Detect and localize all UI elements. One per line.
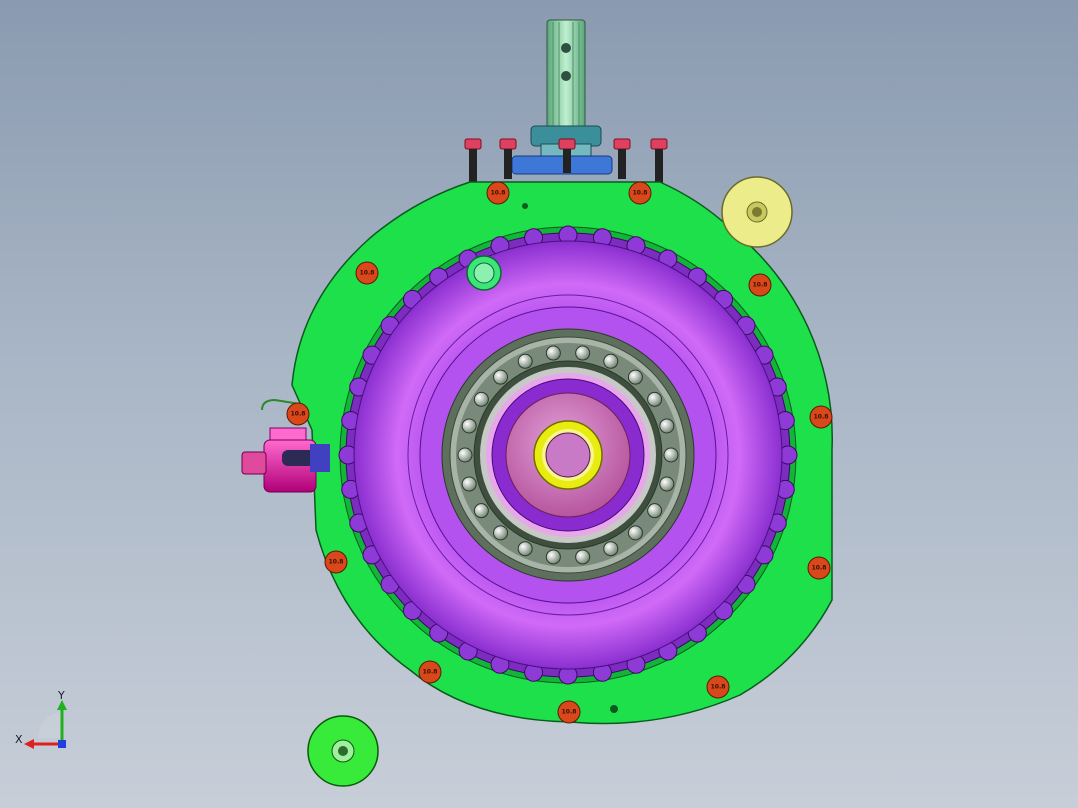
x-axis-label: X: [15, 733, 23, 746]
bolt[interactable]: 10.8: [355, 261, 379, 285]
bearing-ball: [647, 503, 663, 519]
bearing-ball: [517, 353, 533, 369]
bearing-ball: [545, 345, 561, 361]
bearing-ball: [627, 369, 643, 385]
svg-text:10.8: 10.8: [633, 190, 648, 197]
bolt[interactable]: 10.8: [748, 273, 772, 297]
bearing-ball: [627, 525, 643, 541]
bearing-ball: [545, 549, 561, 565]
flange-screws: [464, 138, 668, 183]
housing-hole: [522, 203, 528, 209]
bearing-ball: [493, 369, 509, 385]
bearing-ball: [493, 525, 509, 541]
svg-text:10.8: 10.8: [812, 565, 827, 572]
bearing-ball: [473, 391, 489, 407]
model-canvas[interactable]: 10.8 10.8 10.8 10.8 10.8 10.8 10.8 10.8 …: [0, 0, 1078, 808]
washer-bottom-left[interactable]: [307, 715, 379, 787]
bearing-ball: [575, 549, 591, 565]
svg-text:10.8: 10.8: [814, 414, 829, 421]
bolt[interactable]: 10.8: [706, 675, 730, 699]
y-axis-label: Y: [57, 689, 65, 702]
svg-text:10.8: 10.8: [291, 411, 306, 418]
bolt[interactable]: 10.8: [807, 556, 831, 580]
bearing-ball: [457, 447, 473, 463]
flange-screw: [613, 138, 631, 179]
bearing-ball: [603, 541, 619, 557]
bearing-ball: [473, 503, 489, 519]
svg-text:10.8: 10.8: [423, 669, 438, 676]
svg-text:10.8: 10.8: [711, 684, 726, 691]
z-axis-marker: [58, 740, 66, 748]
svg-text:10.8: 10.8: [329, 559, 344, 566]
bearing-ball: [603, 353, 619, 369]
bolt[interactable]: 10.8: [557, 700, 581, 724]
flange-screw: [464, 138, 482, 183]
flange-screw: [650, 138, 668, 183]
cad-viewport[interactable]: 10.8 10.8 10.8 10.8 10.8 10.8 10.8 10.8 …: [0, 0, 1078, 808]
bearing-ball: [659, 476, 675, 492]
output-shaft[interactable]: [511, 19, 613, 175]
bolt[interactable]: 10.8: [628, 181, 652, 205]
bolt[interactable]: 10.8: [486, 181, 510, 205]
axis-triad[interactable]: Y X: [15, 689, 67, 749]
bolt[interactable]: 10.8: [324, 550, 348, 574]
svg-text:10.8: 10.8: [753, 282, 768, 289]
bolt[interactable]: 10.8: [809, 405, 833, 429]
bolt[interactable]: 10.8: [286, 402, 310, 426]
svg-text:10.8: 10.8: [360, 270, 375, 277]
washer-top-right[interactable]: [721, 176, 793, 248]
bolt[interactable]: 10.8: [418, 660, 442, 684]
inner-hub[interactable]: [505, 392, 631, 518]
sensor-badge[interactable]: [466, 255, 502, 291]
bearing-ball: [575, 345, 591, 361]
svg-text:10.8: 10.8: [491, 190, 506, 197]
bearing-ball: [517, 541, 533, 557]
svg-text:10.8: 10.8: [562, 709, 577, 716]
housing-hole: [610, 705, 618, 713]
bearing-ball: [647, 391, 663, 407]
bearing-ball: [461, 476, 477, 492]
bearing-ball: [461, 418, 477, 434]
bearing-ball: [663, 447, 679, 463]
bearing-ball: [659, 418, 675, 434]
